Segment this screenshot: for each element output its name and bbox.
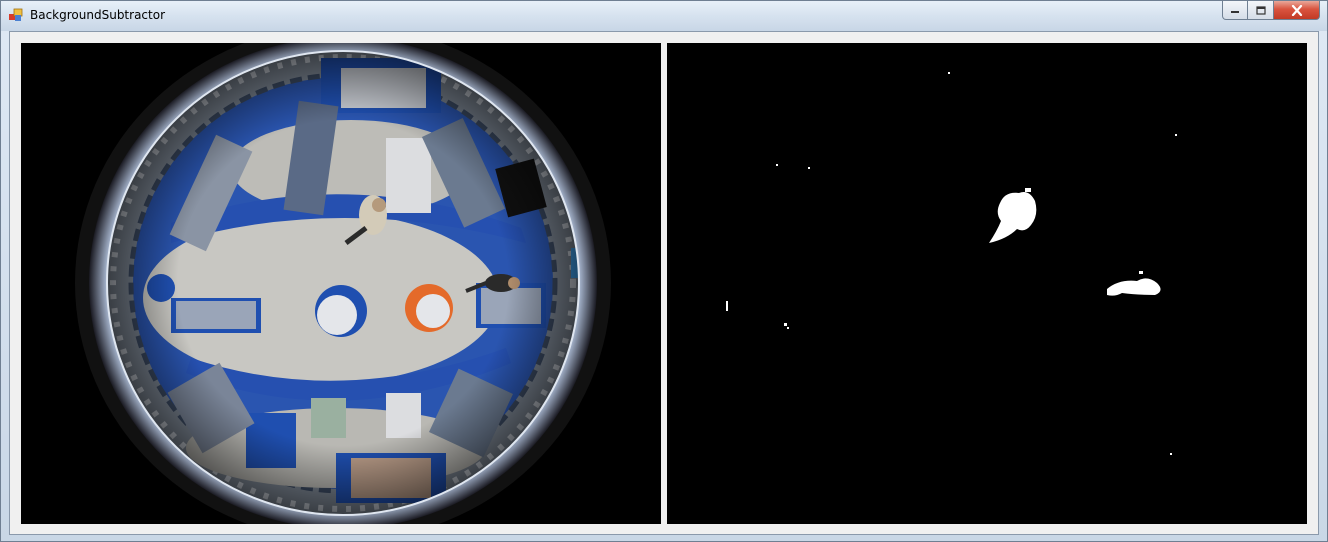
close-icon — [1291, 4, 1302, 16]
maximize-button[interactable] — [1248, 1, 1274, 20]
window-title: BackgroundSubtractor — [30, 8, 165, 22]
close-button[interactable] — [1274, 1, 1320, 20]
camera-frame-view — [21, 43, 661, 524]
app-icon — [9, 8, 23, 21]
foreground-mask-view — [667, 43, 1307, 524]
caption-buttons — [1222, 1, 1320, 21]
client-area — [9, 31, 1319, 535]
title-bar[interactable]: BackgroundSubtractor — [1, 1, 1327, 31]
fisheye-image — [21, 43, 661, 524]
maximize-icon — [1255, 5, 1266, 15]
minimize-button[interactable] — [1222, 1, 1248, 20]
app-window: BackgroundSubtractor — [0, 0, 1328, 542]
minimize-icon — [1231, 11, 1239, 13]
mask-image — [667, 43, 1307, 524]
